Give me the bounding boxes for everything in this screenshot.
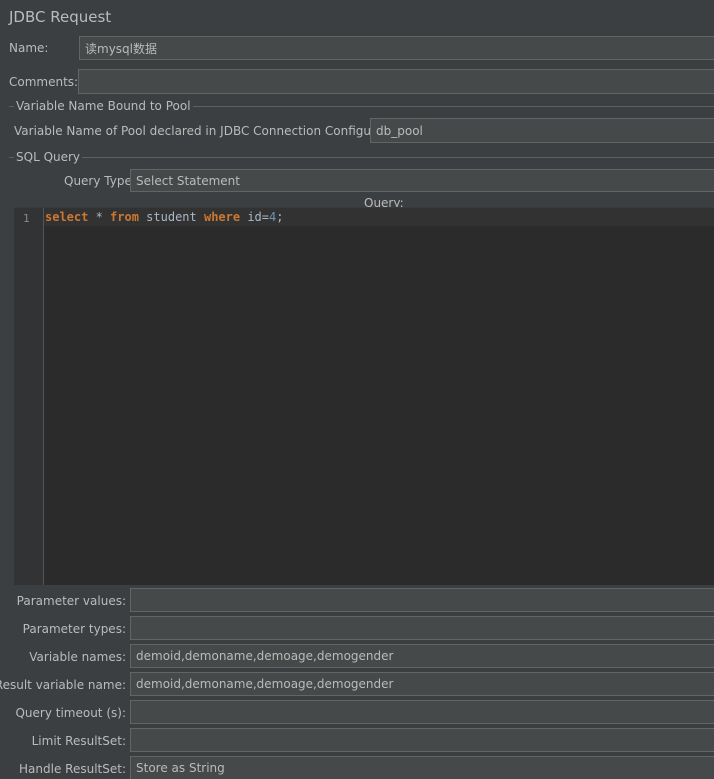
parameter-types-field[interactable]: [130, 616, 714, 640]
result-variable-name-field[interactable]: demoid,demoname,demoage,demogender: [130, 672, 714, 696]
parameter-values-field[interactable]: [130, 588, 714, 612]
query-type-label: Query Type:: [64, 174, 136, 188]
code-text: *: [88, 210, 111, 224]
code-keyword-where: where: [203, 210, 241, 224]
pool-section-title: Variable Name Bound to Pool: [14, 99, 193, 113]
name-field[interactable]: 读mysql数据: [79, 36, 714, 60]
comments-field[interactable]: [78, 69, 714, 94]
code-text: student: [138, 210, 204, 224]
name-label: Name:: [9, 41, 49, 55]
code-keyword-select: select: [45, 210, 89, 224]
panel-title: JDBC Request: [9, 8, 112, 26]
code-text: ;: [276, 210, 284, 224]
sql-editor[interactable]: 1 select * from student where id=4;: [14, 207, 714, 585]
parameter-values-label: Parameter values:: [16, 594, 126, 608]
code-text: id=: [240, 210, 270, 224]
sql-section-title: SQL Query: [14, 150, 83, 164]
sql-section-border: [9, 157, 714, 158]
code-keyword-from: from: [110, 210, 139, 224]
pool-name-label: Variable Name of Pool declared in JDBC C…: [14, 124, 411, 138]
result-variable-name-label: Result variable name:: [0, 678, 126, 692]
pool-name-field[interactable]: db_pool: [370, 118, 714, 143]
parameter-types-label: Parameter types:: [22, 622, 126, 636]
limit-resultset-field[interactable]: [130, 728, 714, 752]
limit-resultset-label: Limit ResultSet:: [31, 734, 126, 748]
line-number: 1: [23, 212, 30, 225]
variable-names-field[interactable]: demoid,demoname,demoage,demogender: [130, 644, 714, 668]
handle-resultset-label: Handle ResultSet:: [19, 762, 126, 776]
variable-names-label: Variable names:: [29, 650, 126, 664]
handle-resultset-select[interactable]: Store as String: [130, 756, 714, 779]
comments-label: Comments:: [9, 75, 79, 89]
query-timeout-label: Query timeout (s):: [15, 706, 126, 720]
sql-code-line[interactable]: select * from student where id=4;: [45, 210, 283, 224]
query-type-select[interactable]: Select Statement: [130, 169, 714, 192]
editor-gutter: 1: [14, 208, 44, 585]
query-timeout-field[interactable]: [130, 700, 714, 724]
